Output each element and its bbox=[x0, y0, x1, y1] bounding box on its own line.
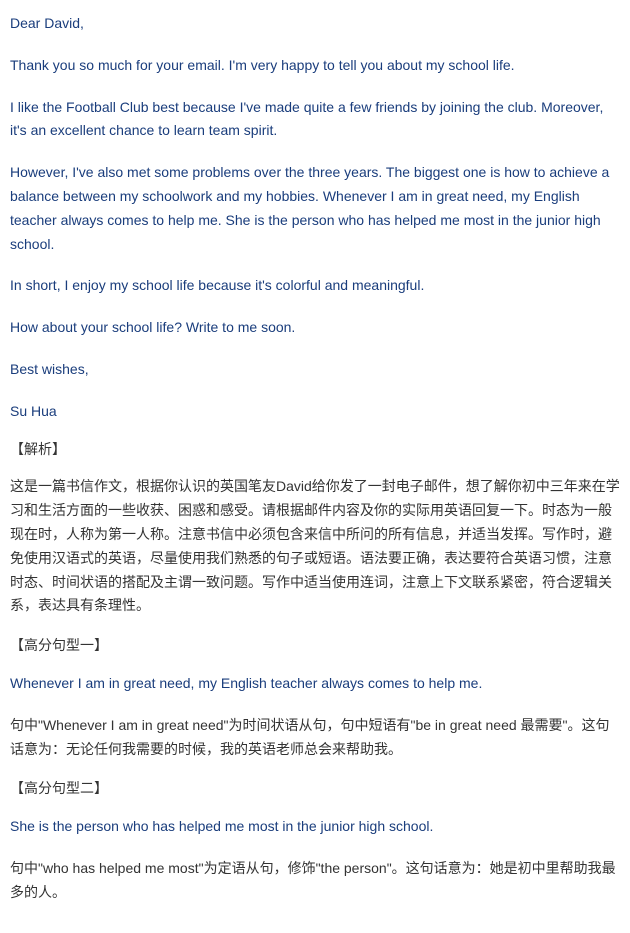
letter-paragraph-5: How about your school life? Write to me … bbox=[10, 316, 620, 340]
sentence1-english: Whenever I am in great need, my English … bbox=[10, 672, 620, 696]
letter-paragraph-4: In short, I enjoy my school life because… bbox=[10, 274, 620, 298]
sentence1-explanation: 句中"Whenever I am in great need"为时间状语从句，句… bbox=[10, 714, 620, 762]
letter-paragraph-1: Thank you so much for your email. I'm ve… bbox=[10, 54, 620, 78]
letter-greeting: Dear David, bbox=[10, 12, 620, 36]
letter-closing: Best wishes, bbox=[10, 358, 620, 382]
analysis-header: 【解析】 bbox=[10, 438, 620, 462]
sentence2-explanation: 句中"who has helped me most"为定语从句，修饰"the p… bbox=[10, 857, 620, 905]
analysis-body: 这是一篇书信作文，根据你认识的英国笔友David给你发了一封电子邮件，想了解你初… bbox=[10, 475, 620, 618]
letter-signature: Su Hua bbox=[10, 400, 620, 424]
sentence1-header: 【高分句型一】 bbox=[10, 634, 620, 658]
letter-paragraph-2: I like the Football Club best because I'… bbox=[10, 96, 620, 144]
sentence2-header: 【高分句型二】 bbox=[10, 777, 620, 801]
letter-paragraph-3: However, I've also met some problems ove… bbox=[10, 161, 620, 256]
sentence2-english: She is the person who has helped me most… bbox=[10, 815, 620, 839]
